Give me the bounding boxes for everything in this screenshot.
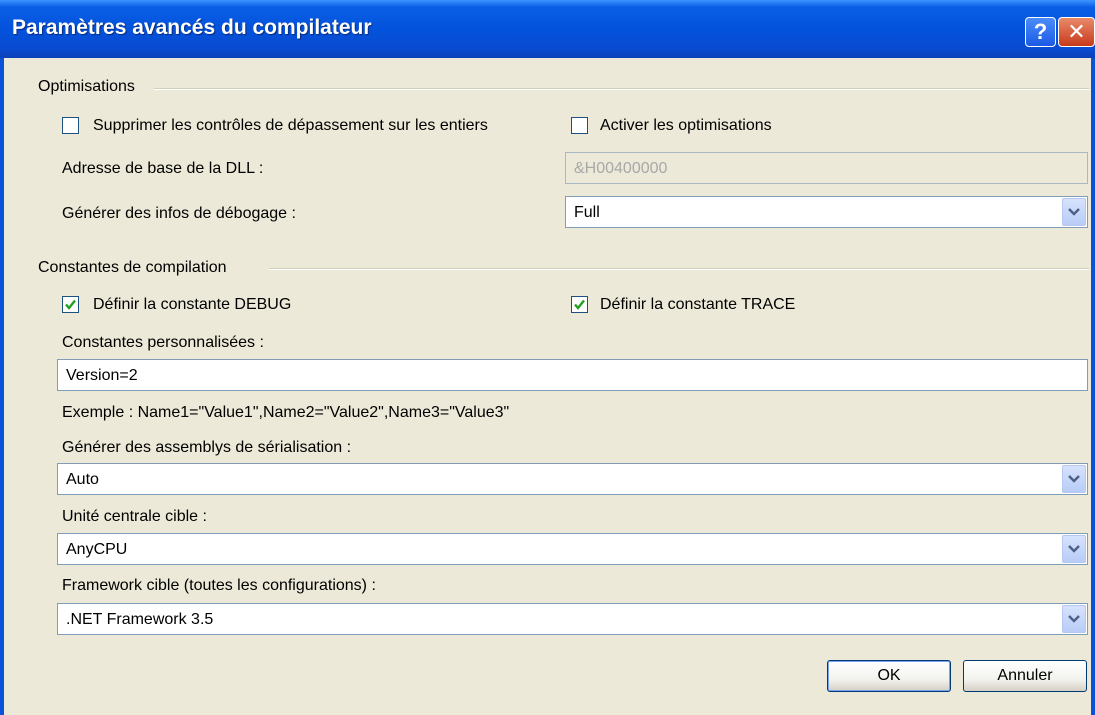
constants-group-label: Constantes de compilation: [38, 259, 227, 276]
debug-info-value: Full: [574, 204, 600, 221]
serialization-select[interactable]: Auto: [57, 463, 1088, 495]
serialization-label: Générer des assemblys de sérialisation :: [62, 439, 352, 456]
target-cpu-value: AnyCPU: [66, 541, 128, 558]
overflow-checks-checkbox[interactable]: [62, 117, 79, 134]
chevron-down-icon[interactable]: [1062, 198, 1086, 226]
checkmark-icon: [65, 299, 76, 310]
chevron-down-icon[interactable]: [1062, 605, 1086, 633]
custom-constants-input[interactable]: Version=2: [57, 359, 1088, 391]
title-bar[interactable]: Paramètres avancés du compilateur ? ✕: [0, 0, 1095, 58]
dll-base-address-label: Adresse de base de la DLL :: [62, 160, 264, 177]
example-text: Exemple : Name1="Value1",Name2="Value2",…: [62, 404, 510, 421]
define-debug-checkbox[interactable]: [62, 296, 79, 313]
serialization-value: Auto: [66, 471, 99, 488]
close-icon[interactable]: ✕: [1058, 17, 1095, 47]
chevron-down-icon[interactable]: [1062, 535, 1086, 563]
overflow-checks-label[interactable]: Supprimer les contrôles de dépassement s…: [93, 117, 488, 135]
target-framework-value: .NET Framework 3.5: [66, 611, 214, 628]
define-debug-label[interactable]: Définir la constante DEBUG: [93, 296, 291, 314]
optimisations-divider: [154, 88, 1089, 90]
target-framework-label: Framework cible (toutes les configuratio…: [62, 577, 376, 594]
window-title: Paramètres avancés du compilateur: [12, 16, 372, 39]
constants-divider: [269, 268, 1089, 270]
ok-button[interactable]: OK: [827, 660, 951, 692]
cancel-button[interactable]: Annuler: [963, 660, 1087, 692]
target-cpu-select[interactable]: AnyCPU: [57, 533, 1088, 565]
chevron-down-icon[interactable]: [1062, 465, 1086, 493]
enable-optimizations-label[interactable]: Activer les optimisations: [600, 117, 772, 135]
advanced-compiler-settings-dialog: Paramètres avancés du compilateur ? ✕ Op…: [0, 0, 1095, 715]
target-framework-select[interactable]: .NET Framework 3.5: [57, 603, 1088, 635]
target-cpu-label: Unité centrale cible :: [62, 508, 207, 525]
help-icon[interactable]: ?: [1025, 17, 1056, 47]
debug-info-label: Générer des infos de débogage :: [62, 205, 296, 222]
define-trace-checkbox[interactable]: [571, 296, 588, 313]
enable-optimizations-checkbox[interactable]: [571, 117, 588, 134]
dll-base-address-field: &H00400000: [565, 152, 1088, 184]
custom-constants-label: Constantes personnalisées :: [62, 334, 264, 351]
checkmark-icon: [574, 299, 585, 310]
define-trace-label[interactable]: Définir la constante TRACE: [600, 296, 795, 314]
debug-info-select[interactable]: Full: [565, 196, 1088, 228]
optimisations-group-label: Optimisations: [38, 78, 135, 95]
